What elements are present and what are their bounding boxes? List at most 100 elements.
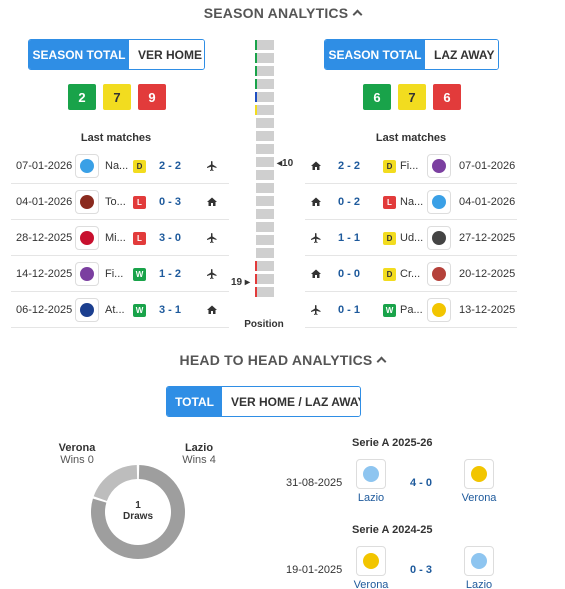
season-analytics-title[interactable]: SEASON ANALYTICS [0, 5, 565, 21]
tab-total[interactable]: TOTAL [167, 387, 222, 416]
h2h-toggle: TOTAL VER HOME / LAZ AWAY [166, 386, 361, 417]
opponent-name: Mi... [105, 232, 126, 244]
h2h-home-name[interactable]: Lazio [341, 492, 401, 504]
home-match-row[interactable]: 14-12-2025 Fi... W 1 - 2 [11, 256, 229, 292]
match-date: 07-01-2026 [459, 160, 516, 172]
home-match-row[interactable]: 07-01-2026 Na... D 2 - 2 [11, 148, 229, 184]
opponent-name: To... [105, 196, 126, 208]
draws-count: 1 [135, 500, 141, 511]
home-season-toggle: SEASON TOTAL VER HOME [28, 39, 205, 70]
result-badge: L [133, 231, 146, 245]
home-losses-badge: 9 [138, 84, 166, 110]
away-match-row[interactable]: 1 - 1 D Ud... 27-12-2025 [305, 220, 517, 256]
opponent-crest-icon [427, 262, 451, 286]
position-bar [256, 170, 274, 180]
h2h-competition: Serie A 2024-25 [352, 524, 433, 536]
h2h-analytics-title[interactable]: HEAD TO HEAD ANALYTICS [0, 352, 565, 368]
position-bar [255, 261, 274, 271]
match-date: 28-12-2025 [16, 232, 73, 244]
opponent-name: Na... [105, 160, 129, 172]
position-bar [255, 105, 274, 115]
result-badge: D [383, 267, 396, 281]
home-draws-badge: 7 [103, 84, 131, 110]
opponent-crest-icon [75, 190, 99, 214]
position-bar [256, 144, 274, 154]
home-match-row[interactable]: 04-01-2026 To... L 0 - 3 [11, 184, 229, 220]
position-bar [255, 287, 274, 297]
opponent-name: Cr... [400, 268, 421, 280]
position-bar [256, 131, 274, 141]
position-chart [255, 40, 274, 300]
opponent-name: Fi... [400, 160, 419, 172]
away-rank-marker: ◂10 [277, 158, 294, 169]
opponent-name: Ud... [400, 232, 424, 244]
opponent-name: Na... [400, 196, 424, 208]
match-score: 2 - 2 [159, 160, 182, 172]
position-bar [255, 40, 274, 50]
home-match-row[interactable]: 06-12-2025 At... W 3 - 1 [11, 292, 229, 328]
plane-icon [206, 256, 218, 292]
result-badge: L [133, 195, 146, 209]
position-bar [256, 157, 274, 167]
opponent-crest-icon [427, 226, 451, 250]
home-match-row[interactable]: 28-12-2025 Mi... L 3 - 0 [11, 220, 229, 256]
tab-season-total-home[interactable]: SEASON TOTAL [29, 40, 129, 69]
chevron-up-icon [377, 356, 387, 367]
opponent-crest-icon [427, 298, 451, 322]
away-season-toggle: SEASON TOTAL LAZ AWAY [324, 39, 499, 70]
match-date: 13-12-2025 [459, 304, 516, 316]
away-match-row[interactable]: 0 - 0 D Cr... 20-12-2025 [305, 256, 517, 292]
result-badge: W [383, 303, 396, 317]
position-bar [255, 274, 274, 284]
away-match-row[interactable]: 0 - 2 L Na... 04-01-2026 [305, 184, 517, 220]
h2h-away-name[interactable]: Verona [449, 492, 509, 504]
h2h-home-name[interactable]: Verona [341, 579, 401, 589]
tab-ver-home-laz-away[interactable]: VER HOME / LAZ AWAY [222, 387, 360, 416]
h2h-away-name[interactable]: Lazio [449, 579, 509, 589]
opponent-crest-icon [75, 154, 99, 178]
position-bar [256, 248, 274, 258]
position-bar [256, 118, 274, 128]
opponent-crest-icon [75, 226, 99, 250]
away-wins-badge: 6 [363, 84, 391, 110]
home-icon [310, 256, 322, 292]
h2h-date: 31-08-2025 [286, 477, 343, 489]
opponent-name: At... [105, 304, 125, 316]
h2h-score: 4 - 0 [410, 477, 433, 489]
result-badge: L [383, 195, 396, 209]
opponent-crest-icon [427, 190, 451, 214]
match-date: 27-12-2025 [459, 232, 516, 244]
h2h-date: 19-01-2025 [286, 564, 343, 576]
match-date: 04-01-2026 [16, 196, 73, 208]
position-label: Position [244, 319, 284, 330]
match-date: 20-12-2025 [459, 268, 516, 280]
h2h-away-crest-icon [464, 546, 494, 576]
result-badge: D [383, 231, 396, 245]
donut-center: 1 Draws [108, 500, 168, 522]
result-badge: D [133, 159, 146, 173]
home-wins-badge: 2 [68, 84, 96, 110]
opponent-name: Fi... [105, 268, 124, 280]
chevron-up-icon [352, 9, 363, 20]
match-date: 07-01-2026 [16, 160, 73, 172]
match-score: 0 - 0 [338, 268, 361, 280]
h2h-score: 0 - 3 [410, 564, 433, 576]
match-score: 0 - 3 [159, 196, 182, 208]
away-rank-value: 10 [282, 158, 294, 169]
tab-season-total-away[interactable]: SEASON TOTAL [325, 40, 425, 69]
home-icon [310, 184, 322, 220]
away-last-matches-title: Last matches [375, 132, 447, 144]
tab-ver-home[interactable]: VER HOME [129, 40, 204, 69]
draws-label: Draws [122, 511, 153, 522]
away-match-row[interactable]: 2 - 2 D Fi... 07-01-2026 [305, 148, 517, 184]
away-match-row[interactable]: 0 - 1 W Pa... 13-12-2025 [305, 292, 517, 328]
home-rank-marker: 19 ▸ [231, 277, 250, 288]
home-icon [206, 184, 218, 220]
match-score: 1 - 2 [159, 268, 182, 280]
match-score: 3 - 0 [159, 232, 182, 244]
opponent-name: Pa... [400, 304, 423, 316]
match-score: 0 - 1 [338, 304, 361, 316]
opponent-crest-icon [75, 298, 99, 322]
tab-laz-away[interactable]: LAZ AWAY [425, 40, 498, 69]
opponent-crest-icon [427, 154, 451, 178]
